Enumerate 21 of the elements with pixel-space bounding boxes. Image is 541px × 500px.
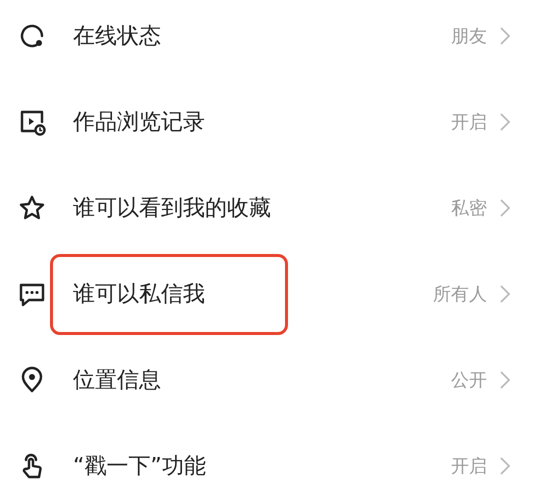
- setting-value: 公开: [451, 369, 487, 392]
- setting-value: 所有人: [433, 283, 487, 306]
- chevron-right-icon[interactable]: [499, 198, 511, 218]
- setting-label[interactable]: 位置信息: [50, 340, 164, 420]
- setting-label[interactable]: 谁可以看到我的收藏: [50, 168, 274, 248]
- chevron-right-icon[interactable]: [499, 284, 511, 304]
- setting-value: 朋友: [451, 25, 487, 48]
- setting-label[interactable]: 作品浏览记录: [50, 82, 208, 162]
- setting-label[interactable]: 谁可以私信我: [50, 254, 288, 334]
- star-icon: [18, 194, 46, 222]
- setting-value: 私密: [451, 197, 487, 220]
- setting-label[interactable]: “戳一下”功能: [50, 426, 209, 500]
- status-ring-icon: [18, 22, 46, 50]
- video-clock-icon: [18, 108, 46, 136]
- chevron-right-icon[interactable]: [499, 456, 511, 476]
- setting-value: 开启: [451, 455, 487, 478]
- setting-value: 开启: [451, 111, 487, 134]
- chevron-right-icon[interactable]: [499, 112, 511, 132]
- setting-label[interactable]: 在线状态: [50, 0, 164, 76]
- chevron-right-icon[interactable]: [499, 370, 511, 390]
- chevron-right-icon[interactable]: [499, 26, 511, 46]
